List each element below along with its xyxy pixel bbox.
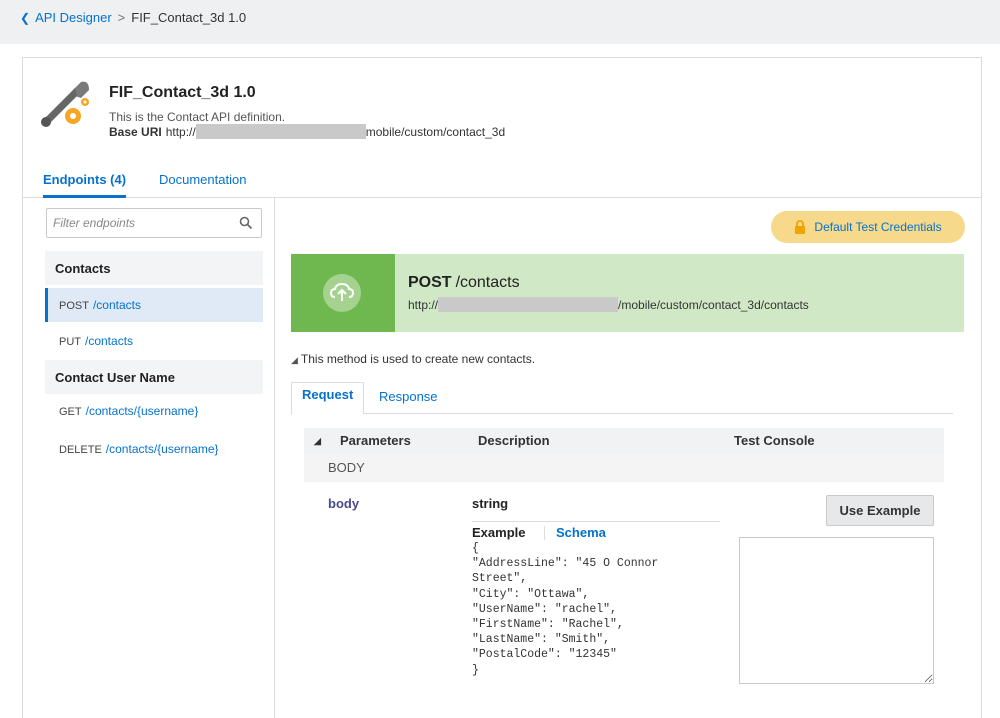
default-test-credentials-button[interactable]: Default Test Credentials [771,211,965,243]
tab-divider [544,526,545,540]
api-base-uri: Base URI http:// mobile/custom/contact_3… [109,124,505,139]
example-schema-tabs: Example Schema [472,521,720,543]
method-description-text: This method is used to create new contac… [300,352,536,366]
credentials-label: Default Test Credentials [814,220,942,234]
redacted-host [438,297,619,312]
search-icon[interactable] [239,216,253,230]
top-bar: ❮ API Designer > FIF_Contact_3d 1.0 [0,0,1000,44]
base-uri-label: Base URI [109,124,162,139]
endpoint-delete-contact-username[interactable]: DELETE/contacts/{username} [45,432,263,466]
main-tabs: Endpoints (4) Documentation [23,162,981,198]
filter-endpoints-field [46,208,262,238]
method-url: http:// /mobile/custom/contact_3d/contac… [408,297,809,312]
tab-request[interactable]: Request [291,382,365,415]
base-uri-prefix: http:// [165,124,196,139]
cloud-upload-icon [329,282,355,301]
header-parameters: Parameters [340,433,411,448]
header-test-console: Test Console [734,433,815,448]
api-card: FIF_Contact_3d 1.0 This is the Contact A… [22,57,982,718]
method-icon-box [291,254,395,332]
base-uri-suffix: mobile/custom/contact_3d [365,124,506,139]
request-response-tabs: Request Response [291,382,953,415]
endpoint-put-contacts[interactable]: PUT/contacts [45,324,263,358]
group-header-contact-user-name: Contact User Name [45,360,263,394]
body-section-header: BODY [304,454,944,482]
method-title: POST/contacts [408,274,520,292]
method-url-suffix: /mobile/custom/contact_3d/contacts [618,297,809,312]
method-description[interactable]: ◢ This method is used to create new conta… [291,352,535,366]
method-verb: POST [408,274,452,291]
collapse-triangle-icon[interactable]: ◢ [314,436,321,447]
wrench-gear-icon [41,81,89,127]
endpoint-verb: DELETE [59,444,102,456]
endpoint-path: /contacts/{username} [105,442,219,456]
method-icon-circle [323,274,361,312]
api-title: FIF_Contact_3d 1.0 [109,84,256,101]
endpoint-get-contact-username[interactable]: GET/contacts/{username} [45,394,263,428]
endpoint-path: /contacts [92,298,141,312]
breadcrumb: ❮ API Designer > FIF_Contact_3d 1.0 [20,10,246,25]
use-example-button[interactable]: Use Example [826,495,934,526]
group-header-contacts: Contacts [45,251,263,285]
header-description: Description [478,433,550,448]
filter-endpoints-input[interactable] [47,209,227,237]
lock-icon [795,220,806,234]
endpoint-path: /contacts/{username} [85,404,199,418]
method-url-prefix: http:// [408,297,439,312]
endpoint-verb: PUT [59,336,81,348]
tab-response[interactable]: Response [369,389,448,415]
breadcrumb-api-designer-link[interactable]: API Designer [35,10,112,25]
endpoint-path: /contacts [85,334,134,348]
param-type: string [472,496,509,511]
chevron-left-icon[interactable]: ❮ [20,11,30,25]
endpoint-verb: POST [59,300,89,312]
param-name: body [328,496,360,511]
endpoint-post-contacts[interactable]: POST/contacts [45,288,263,322]
tab-example[interactable]: Example [472,525,525,540]
endpoints-sidebar: Contacts POST/contacts PUT/contacts Cont… [23,198,275,718]
test-console-textarea[interactable] [739,537,934,684]
method-path: /contacts [455,274,520,291]
collapse-triangle-icon: ◢ [291,355,298,365]
method-banner: POST/contacts http:// /mobile/custom/con… [291,254,964,332]
endpoint-verb: GET [59,406,82,418]
example-json-code: { "AddressLine": "45 O Connor Street", "… [472,542,659,677]
tab-schema[interactable]: Schema [556,525,606,540]
tab-documentation[interactable]: Documentation [159,172,246,195]
redacted-host [195,124,366,139]
parameters-table-header: ◢ Parameters Description Test Console [304,428,944,454]
tab-endpoints[interactable]: Endpoints (4) [43,172,127,198]
breadcrumb-current: FIF_Contact_3d 1.0 [131,10,247,25]
breadcrumb-separator: > [117,10,126,25]
api-description: This is the Contact API definition. [109,110,286,124]
